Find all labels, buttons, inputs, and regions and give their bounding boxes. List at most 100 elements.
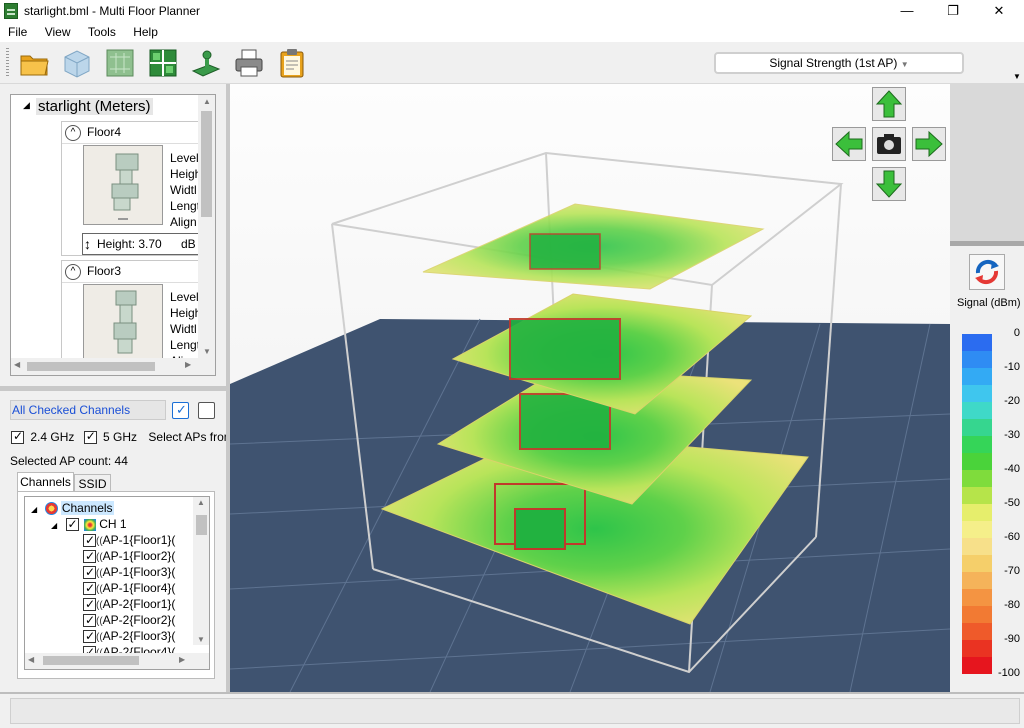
channel-filter[interactable]: All Checked Channels (10, 400, 166, 420)
legend-swatch (962, 521, 992, 538)
channel-tree-hscrollbar[interactable]: ◀ ▶ (25, 653, 209, 669)
scroll-down-icon[interactable]: ▼ (203, 347, 211, 356)
scroll-right-icon[interactable]: ▶ (179, 655, 185, 664)
band-filter-row: 2.4 GHz 5 GHz Select APs fron (11, 429, 230, 446)
tree-expand-icon[interactable]: ◢ (51, 521, 57, 530)
maximize-button[interactable]: ❐ (930, 0, 976, 23)
floor-plan-icon[interactable] (104, 47, 136, 79)
check-all-button[interactable]: ✓ (172, 402, 189, 419)
window-title: starlight.bml - Multi Floor Planner (24, 4, 201, 18)
legend-tick-label: -100 (997, 667, 1020, 679)
floor-height-row[interactable]: ↕ Height: 3.70 dB (82, 233, 200, 255)
ap-checkbox[interactable] (83, 548, 96, 564)
app-icon (4, 3, 18, 19)
ap-list-item[interactable]: ((AP-1{Floor1}( (83, 532, 175, 548)
legend-swatch (962, 657, 992, 674)
legend-swatch (962, 334, 992, 351)
band-24-checkbox[interactable] (11, 429, 24, 445)
view-mode-label: Signal Strength (1st AP) (769, 56, 898, 70)
ap-checkbox[interactable] (83, 596, 96, 612)
pan-left-button[interactable] (832, 127, 866, 161)
tab-ssid[interactable]: SSID (74, 474, 111, 492)
floor-tree-root[interactable]: starlight (Meters) (36, 98, 153, 115)
ap-checkbox[interactable] (83, 628, 96, 644)
legend-swatch (962, 385, 992, 402)
resize-height-icon[interactable]: ↕ (84, 234, 91, 254)
floor-properties: Level Heigh Widtl Lengt Align (170, 289, 201, 369)
scroll-thumb[interactable] (27, 362, 155, 371)
ap-checkbox[interactable] (83, 612, 96, 628)
pan-up-button[interactable] (872, 87, 906, 121)
refresh-button[interactable] (969, 254, 1005, 290)
ap-antenna-icon: (( (96, 600, 103, 611)
band-5-checkbox[interactable] (83, 429, 97, 445)
signal-survey-icon[interactable] (190, 47, 222, 79)
tree-expand-icon[interactable]: ◢ (31, 505, 37, 514)
scroll-up-icon[interactable]: ▲ (197, 498, 205, 507)
open-folder-icon[interactable] (18, 47, 50, 79)
3d-viewport[interactable] (230, 84, 950, 692)
prop-align: Align (170, 215, 197, 229)
channel-tree: ◢ Channels ◢ CH 1 ((AP-1{Floor1}(((AP-1{… (24, 496, 210, 670)
grid-icon[interactable] (147, 47, 179, 79)
tab-channels[interactable]: Channels (17, 472, 74, 492)
close-button[interactable]: ✕ (976, 0, 1022, 23)
legend-swatch (962, 572, 992, 589)
minimize-button[interactable]: — (884, 0, 930, 23)
left-panel-splitter[interactable] (0, 386, 226, 391)
ap-list-item[interactable]: ((AP-2{Floor2}( (83, 612, 175, 628)
floor-tree-vscrollbar[interactable]: ▲ ▼ (198, 95, 215, 358)
snapshot-button[interactable] (872, 127, 906, 161)
scroll-right-icon[interactable]: ▶ (185, 360, 191, 369)
scroll-thumb[interactable] (201, 111, 212, 217)
3d-scene[interactable] (230, 84, 950, 692)
select-aps-label[interactable]: Select APs fron (148, 430, 230, 444)
3d-box-icon[interactable] (61, 47, 93, 79)
ap-list-item[interactable]: ((AP-1{Floor3}( (83, 564, 175, 580)
ap-list-item[interactable]: ((AP-1{Floor2}( (83, 548, 175, 564)
floor-header: ^ Floor4 (62, 122, 198, 144)
title-bar: starlight.bml - Multi Floor Planner — ❐ … (0, 0, 1024, 23)
collapse-icon[interactable]: ^ (65, 125, 81, 141)
ap-checkbox[interactable] (83, 580, 96, 596)
ap-checkbox[interactable] (83, 564, 96, 580)
channel-tree-root[interactable]: ◢ Channels (31, 500, 114, 516)
scroll-thumb[interactable] (43, 656, 139, 665)
channel-tree-vscrollbar[interactable]: ▲ ▼ (193, 497, 209, 645)
legend-title: Signal (dBm) (957, 297, 1021, 309)
scroll-left-icon[interactable]: ◀ (28, 655, 34, 664)
floor-height-value: Height: 3.70 (97, 237, 162, 251)
toolbar-grip[interactable] (6, 48, 9, 78)
pan-down-button[interactable] (872, 167, 906, 201)
prop-level: Level (170, 290, 199, 304)
uncheck-all-button[interactable] (198, 402, 215, 419)
scroll-left-icon[interactable]: ◀ (14, 360, 20, 369)
ap-label: AP-2{Floor3}( (102, 629, 176, 643)
legend-tick-label: -80 (1004, 599, 1020, 611)
ap-list-item[interactable]: ((AP-2{Floor3}( (83, 628, 175, 644)
ap-list-item[interactable]: ((AP-2{Floor1}( (83, 596, 175, 612)
prop-length: Lengt (170, 199, 201, 213)
clipboard-icon[interactable] (276, 47, 308, 79)
toolbar-overflow-button[interactable]: ▼ (1012, 44, 1022, 82)
channel-checkbox[interactable] (65, 516, 79, 532)
ap-label: AP-1{Floor3}( (102, 565, 176, 579)
scroll-up-icon[interactable]: ▲ (203, 97, 211, 106)
scroll-thumb[interactable] (196, 515, 207, 535)
legend-swatch (962, 402, 992, 419)
pan-right-button[interactable] (912, 127, 946, 161)
tree-expand-icon[interactable]: ◢ (23, 100, 30, 111)
view-mode-select[interactable]: Signal Strength (1st AP) ▼ (714, 52, 964, 74)
menu-tools[interactable]: Tools (88, 23, 116, 39)
floor-tree-hscrollbar[interactable]: ◀ ▶ (11, 358, 215, 375)
scroll-down-icon[interactable]: ▼ (197, 635, 205, 644)
menu-file[interactable]: File (8, 23, 27, 39)
menu-view[interactable]: View (45, 23, 71, 39)
legend-swatch (962, 606, 992, 623)
printer-icon[interactable] (233, 47, 265, 79)
menu-help[interactable]: Help (133, 23, 158, 39)
channel-node-ch1[interactable]: ◢ CH 1 (51, 516, 127, 532)
ap-checkbox[interactable] (83, 532, 96, 548)
collapse-icon[interactable]: ^ (65, 264, 81, 280)
ap-list-item[interactable]: ((AP-1{Floor4}( (83, 580, 175, 596)
